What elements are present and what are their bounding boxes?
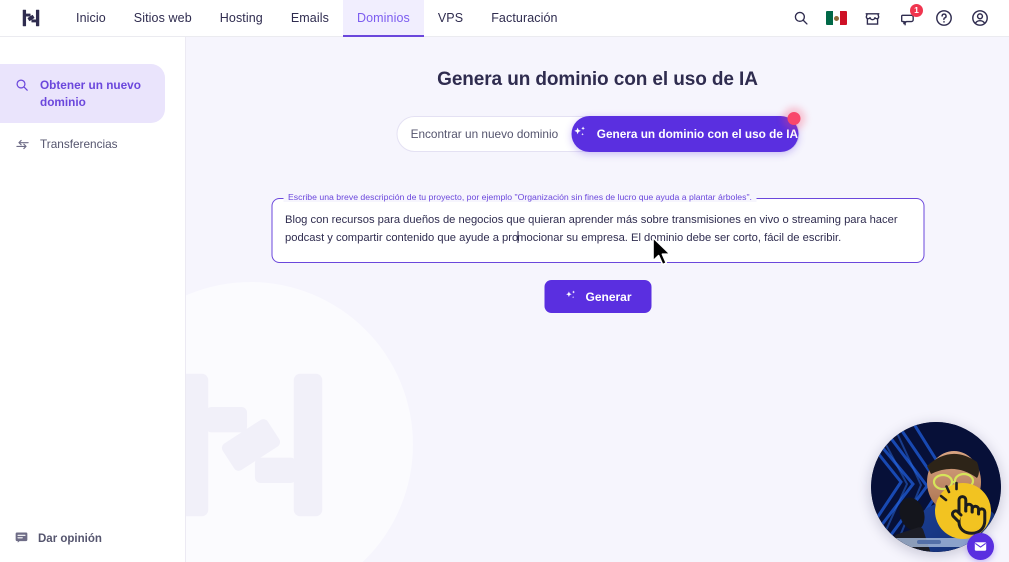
nav-item-facturacion[interactable]: Facturación [477,0,571,36]
chat-icon [974,542,987,551]
new-feature-dot [787,112,800,125]
nav-item-dominios[interactable]: Dominios [342,0,424,37]
search-icon [14,77,30,93]
notifications-icon[interactable]: 1 [897,4,923,29]
feedback-label: Dar opinión [38,533,102,545]
text-after-caret: mocionar su empresa. El dominio debe ser… [517,232,842,245]
sidebar: Obtener un nuevo dominio Transferencias … [0,37,186,562]
generate-button-label: Generar [585,289,632,304]
search-icon[interactable] [790,7,812,29]
nav-item-inicio[interactable]: Inicio [62,0,120,36]
account-icon[interactable] [969,7,991,29]
notifications-badge: 1 [910,4,923,17]
nav-item-vps[interactable]: VPS [424,0,477,36]
segment-option-label: Encontrar un nuevo dominio [410,127,559,141]
sidebar-item-label: Obtener un nuevo dominio [40,78,141,110]
hostinger-watermark-logo [186,282,413,562]
nav-right-icons: 1 [790,0,1009,36]
nav-item-label: Hosting [219,11,263,25]
chat-widget-button[interactable] [967,533,994,560]
page-title: Genera un dominio con el uso de IA [437,69,758,90]
segment-option-find-domain[interactable]: Encontrar un nuevo dominio [397,117,572,151]
segment-option-label: Genera un dominio con el uso de IA [596,127,798,141]
nav-item-label: VPS [437,11,464,25]
hostinger-logo[interactable] [0,0,62,36]
nav-item-label: Inicio [76,11,106,25]
sidebar-item-transferencias[interactable]: Transferencias [0,123,165,165]
main-nav-items: Inicio Sitios web Hosting Emails Dominio… [62,0,572,37]
feedback-icon [14,530,29,548]
nav-item-label: Emails [290,11,329,25]
nav-item-sitios-web[interactable]: Sitios web [120,0,206,36]
nav-item-label: Facturación [491,11,558,25]
help-icon[interactable] [933,7,955,29]
nav-item-emails[interactable]: Emails [277,0,343,36]
store-icon[interactable] [861,7,883,29]
sparkle-icon [572,124,589,144]
feedback-link[interactable]: Dar opinión [14,530,102,548]
sidebar-item-obtener-un-nuevo-dominio[interactable]: Obtener un nuevo dominio [0,64,165,124]
mexico-flag-icon[interactable] [826,11,847,25]
sidebar-item-label: Transferencias [40,137,118,152]
nav-item-label: Sitios web [133,11,192,25]
generate-button[interactable]: Generar [544,280,651,313]
project-description-field[interactable]: Escribe una breve descripción de tu proy… [271,192,924,263]
project-description-value[interactable]: Blog con recursos para dueños de negocio… [272,199,923,247]
sparkle-icon [563,288,578,306]
mode-segmented-control: Encontrar un nuevo dominio Genera un dom… [396,112,800,152]
top-navigation-bar: Inicio Sitios web Hosting Emails Dominio… [0,0,1009,37]
nav-item-label: Dominios [356,11,410,25]
segment-option-ai-domain[interactable]: Genera un dominio con el uso de IA [571,112,800,152]
nav-item-hosting[interactable]: Hosting [206,0,277,36]
transfer-icon [14,136,30,152]
